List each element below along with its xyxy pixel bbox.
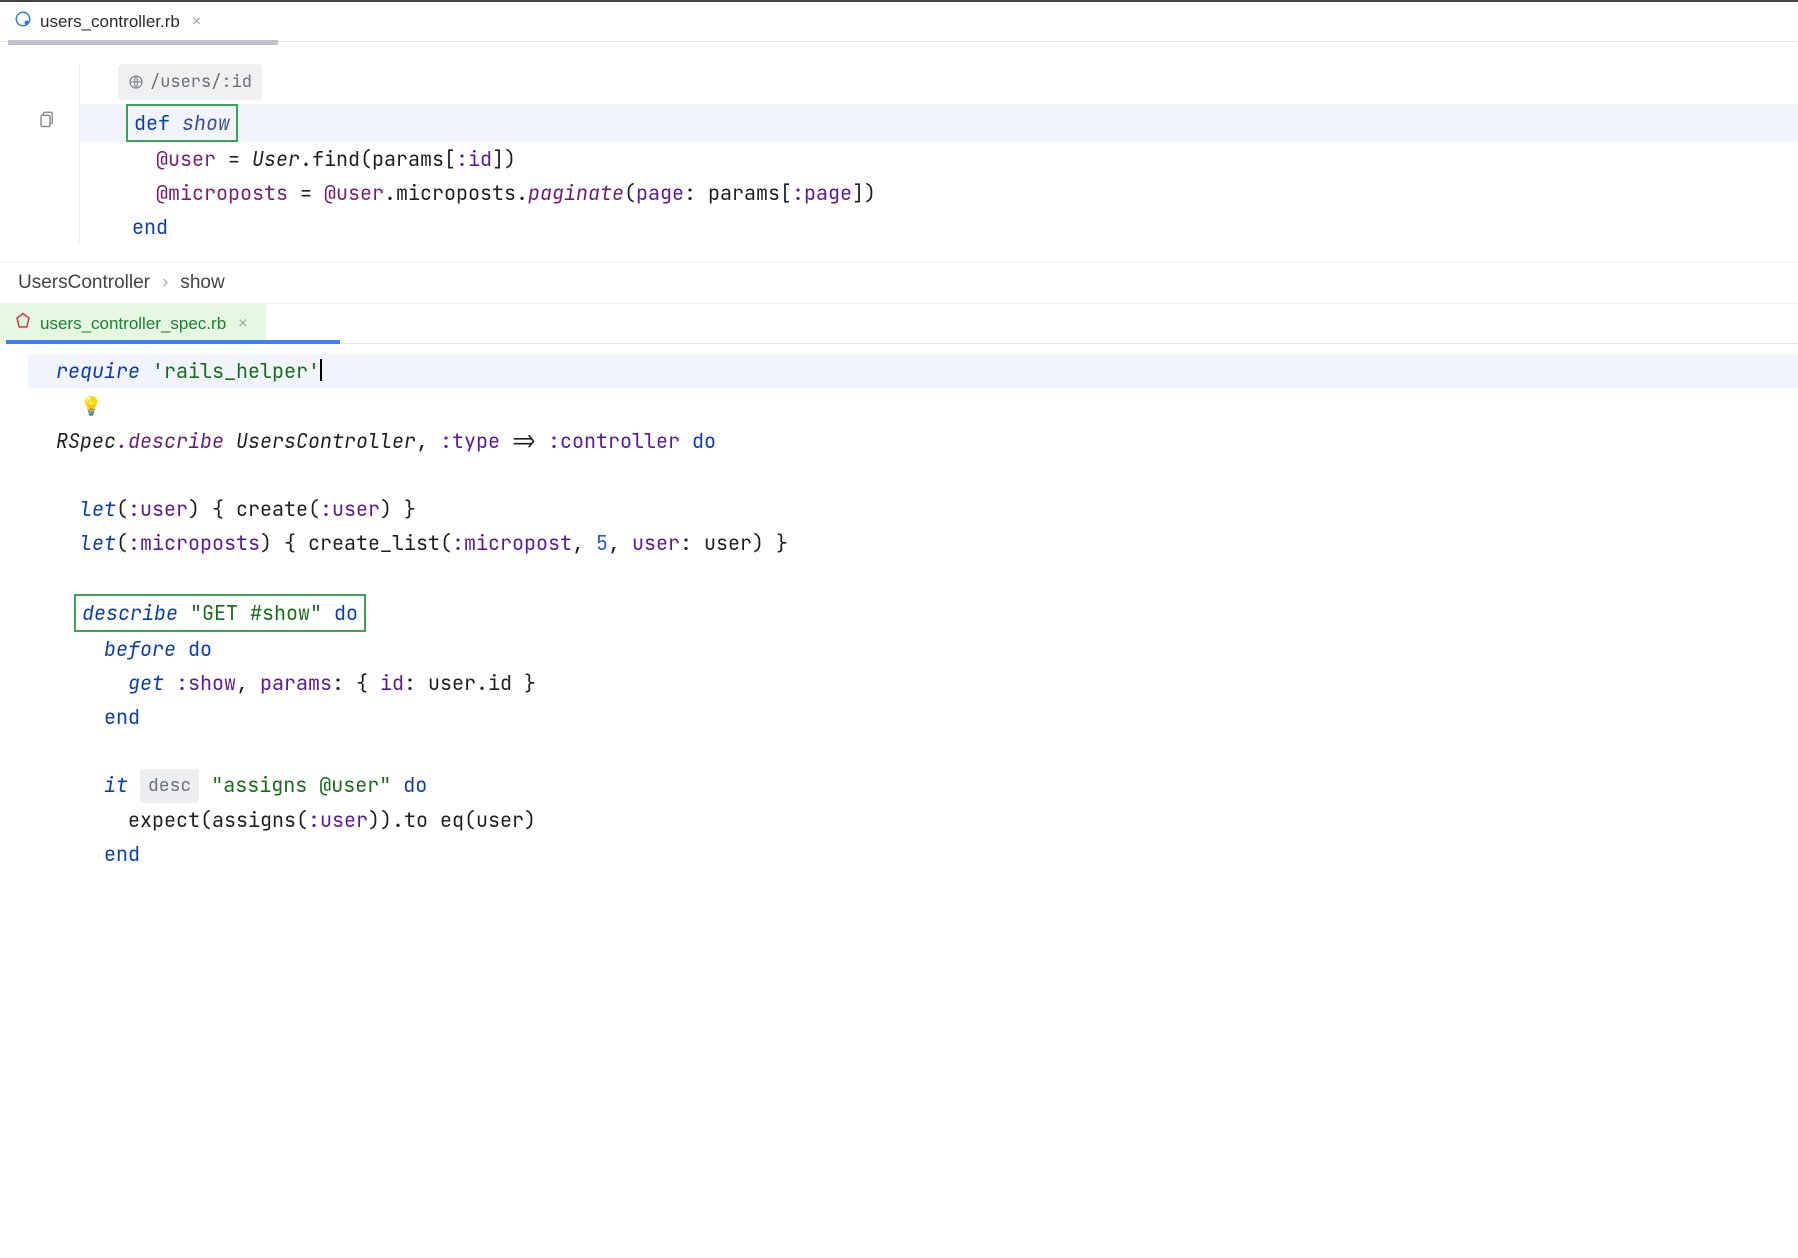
code-line xyxy=(56,458,1798,492)
close-icon[interactable]: × xyxy=(188,13,205,31)
tab-users-controller-spec[interactable]: users_controller_spec.rb × xyxy=(0,304,266,344)
code-line: let(:microposts) { create_list(:micropos… xyxy=(56,526,1798,560)
text-cursor xyxy=(320,359,322,381)
code-line: end xyxy=(56,700,1798,734)
code-line: let(:user) { create(:user) } xyxy=(56,492,1798,526)
breadcrumb-action[interactable]: show xyxy=(180,272,224,294)
route-hint-text: /users/:id xyxy=(150,65,252,99)
code-line: get :show, params: { id: user.id } xyxy=(56,666,1798,700)
code-line: @user = User.find(params[:id]) xyxy=(108,142,1798,176)
lightbulb-icon[interactable]: 💡 xyxy=(80,395,102,418)
tab-users-controller[interactable]: users_controller.rb × xyxy=(0,2,219,42)
bottom-tab-bar: users_controller_spec.rb × xyxy=(0,304,1798,344)
code-line: describe "GET #show" do xyxy=(56,594,1798,632)
route-hint-chip[interactable]: /users/:id xyxy=(118,64,262,100)
top-tab-bar: users_controller.rb × xyxy=(0,2,1798,42)
bottom-editor-pane: users_controller_spec.rb × require 'rail… xyxy=(0,304,1798,889)
code-line: def show xyxy=(80,104,1798,142)
bottom-code-editor[interactable]: require 'rails_helper' 💡 RSpec.describe … xyxy=(0,344,1798,889)
chevron-right-icon: › xyxy=(162,272,168,294)
code-line xyxy=(56,560,1798,594)
code-line: 💡 xyxy=(56,388,1798,424)
globe-icon xyxy=(128,74,144,90)
breadcrumb-controller[interactable]: UsersController xyxy=(18,272,150,294)
code-line: before do xyxy=(56,632,1798,666)
copy-icon[interactable] xyxy=(38,104,56,138)
tab-underline xyxy=(8,40,278,45)
def-show-highlight: def show xyxy=(126,104,238,142)
top-editor-pane: users_controller.rb × /users/:id def sho… xyxy=(0,0,1798,304)
active-tab-indicator xyxy=(6,340,340,344)
breadcrumb[interactable]: UsersController › show xyxy=(0,262,1798,304)
code-line: end xyxy=(56,837,1798,871)
tab-filename: users_controller_spec.rb xyxy=(40,314,226,334)
close-icon[interactable]: × xyxy=(234,315,251,333)
tab-filename: users_controller.rb xyxy=(40,12,180,32)
code-line: require 'rails_helper' xyxy=(28,354,1798,388)
desc-pill[interactable]: desc xyxy=(140,769,199,803)
code-line: end xyxy=(108,210,1798,244)
code-area: /users/:id def show @user = User.find(pa… xyxy=(80,64,1798,244)
describe-highlight: describe "GET #show" do xyxy=(74,594,366,632)
code-line xyxy=(56,734,1798,768)
ruby-spec-icon xyxy=(14,312,32,335)
ruby-file-icon xyxy=(14,10,32,33)
editor-gutter xyxy=(0,64,80,244)
code-line: RSpec.describe UsersController, :type =>… xyxy=(56,424,1798,458)
code-line: it desc "assigns @user" do xyxy=(56,768,1798,803)
code-line: expect(assigns(:user)).to eq(user) xyxy=(56,803,1798,837)
code-line: @microposts = @user.microposts.paginate(… xyxy=(108,176,1798,210)
top-code-editor[interactable]: /users/:id def show @user = User.find(pa… xyxy=(0,42,1798,262)
